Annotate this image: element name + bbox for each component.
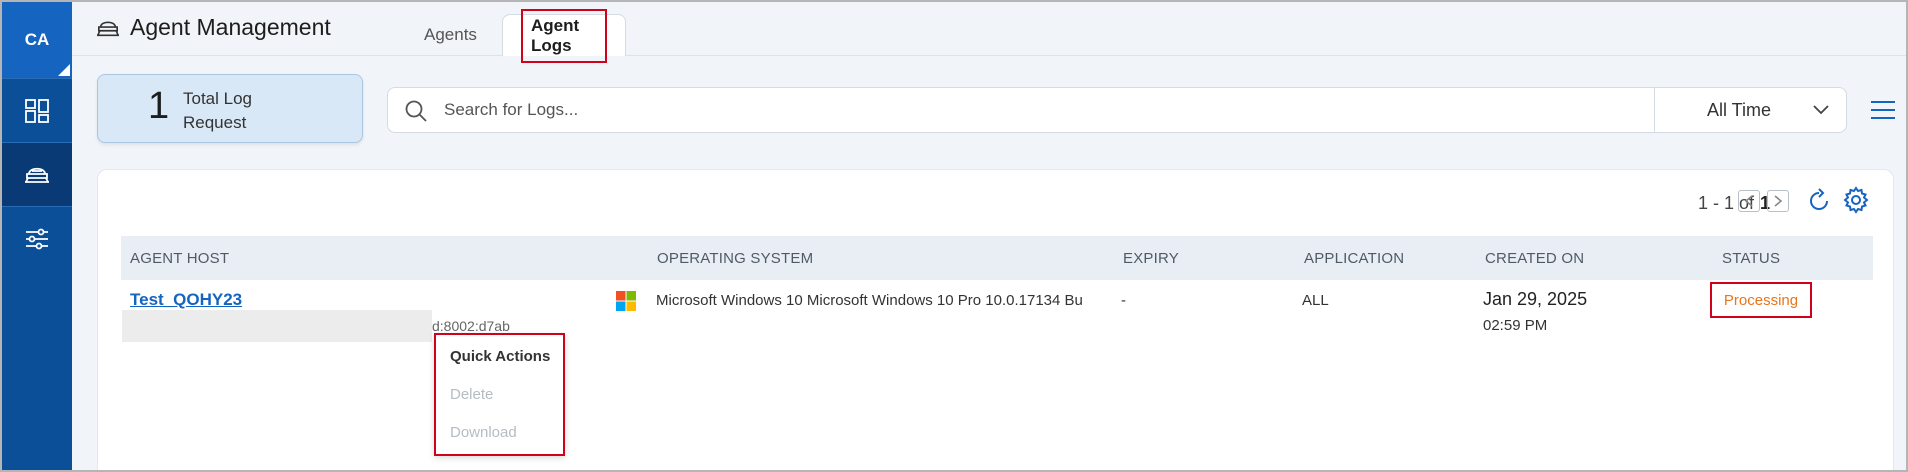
search-icon bbox=[405, 100, 427, 122]
gear-icon[interactable] bbox=[1842, 186, 1870, 214]
operating-system-cell: Microsoft Windows 10 Microsoft Windows 1… bbox=[656, 292, 1083, 309]
expand-corner-icon bbox=[58, 64, 70, 76]
status-badge: Processing bbox=[1710, 282, 1812, 318]
redacted-host-id bbox=[122, 310, 432, 342]
time-range-select[interactable]: All Time bbox=[1654, 88, 1847, 132]
table-header: AGENT HOST OPERATING SYSTEM EXPIRY APPLI… bbox=[121, 236, 1873, 280]
delete-menu-item[interactable]: Delete bbox=[450, 386, 493, 403]
column-header-application[interactable]: APPLICATION bbox=[1304, 250, 1404, 267]
next-page-button[interactable] bbox=[1767, 190, 1789, 212]
download-menu-item[interactable]: Download bbox=[450, 424, 517, 441]
search-input[interactable] bbox=[444, 96, 1444, 124]
chevron-right-icon bbox=[1774, 195, 1783, 207]
total-label: Total Log Request bbox=[183, 89, 252, 132]
logs-table-card: 1 - 1 of 1 AGENT HOST OPERATING SYSTEM E… bbox=[97, 169, 1894, 470]
hamburger-menu-icon[interactable] bbox=[1870, 100, 1896, 120]
expiry-cell: - bbox=[1121, 292, 1126, 309]
chevron-left-icon bbox=[1744, 195, 1753, 207]
sidebar-item-settings[interactable] bbox=[2, 206, 72, 270]
search-bar: All Time bbox=[387, 87, 1847, 133]
status-text: Processing bbox=[1723, 291, 1799, 309]
chevron-down-icon bbox=[1813, 105, 1829, 115]
column-header-status[interactable]: STATUS bbox=[1722, 250, 1780, 267]
column-header-created-on[interactable]: CREATED ON bbox=[1485, 250, 1584, 267]
tab-agents[interactable]: Agents bbox=[406, 14, 495, 56]
sliders-icon bbox=[26, 228, 48, 249]
created-date-cell: Jan 29, 2025 bbox=[1483, 289, 1588, 309]
total-log-request-card[interactable]: 1 Total Log Request bbox=[97, 74, 363, 143]
windows-logo-icon bbox=[616, 291, 636, 311]
avatar-initials: CA bbox=[24, 30, 50, 49]
app-window: CA Agent Management Agents Agent Logs 1 … bbox=[0, 0, 1908, 472]
page-title-text: Agent Management bbox=[130, 14, 331, 40]
agent-icon bbox=[97, 20, 119, 36]
application-cell: ALL bbox=[1302, 292, 1329, 309]
created-time-cell: 02:59 PM bbox=[1483, 317, 1548, 334]
quick-actions-title: Quick Actions bbox=[450, 348, 551, 365]
user-avatar[interactable]: CA bbox=[2, 2, 72, 78]
sidebar-item-dashboard[interactable] bbox=[2, 78, 72, 142]
tab-agent-logs[interactable]: Agent Logs bbox=[502, 8, 626, 63]
host-id-partial: d:8002:d7ab bbox=[432, 318, 510, 332]
refresh-icon[interactable] bbox=[1806, 188, 1832, 214]
prev-page-button[interactable] bbox=[1738, 190, 1760, 212]
dashboard-icon bbox=[25, 98, 49, 123]
agent-icon bbox=[25, 167, 49, 183]
column-header-agent-host[interactable]: AGENT HOST bbox=[130, 250, 229, 267]
column-header-expiry[interactable]: EXPIRY bbox=[1123, 250, 1179, 267]
tab-label: Agents bbox=[424, 25, 477, 44]
page-header: Agent Management Agents Agent Logs bbox=[72, 2, 1906, 63]
agent-host-link[interactable]: Test_QOHY23 bbox=[130, 290, 242, 310]
time-range-value: All Time bbox=[1707, 100, 1772, 120]
tab-label: Agent Logs bbox=[521, 8, 607, 63]
column-header-operating-system[interactable]: OPERATING SYSTEM bbox=[657, 250, 813, 267]
sidebar: CA bbox=[2, 2, 72, 470]
sidebar-item-agents[interactable] bbox=[2, 142, 72, 206]
page-title: Agent Management bbox=[96, 14, 331, 41]
total-count: 1 bbox=[148, 85, 170, 127]
quick-actions-menu: Quick Actions Delete Download bbox=[434, 333, 565, 456]
